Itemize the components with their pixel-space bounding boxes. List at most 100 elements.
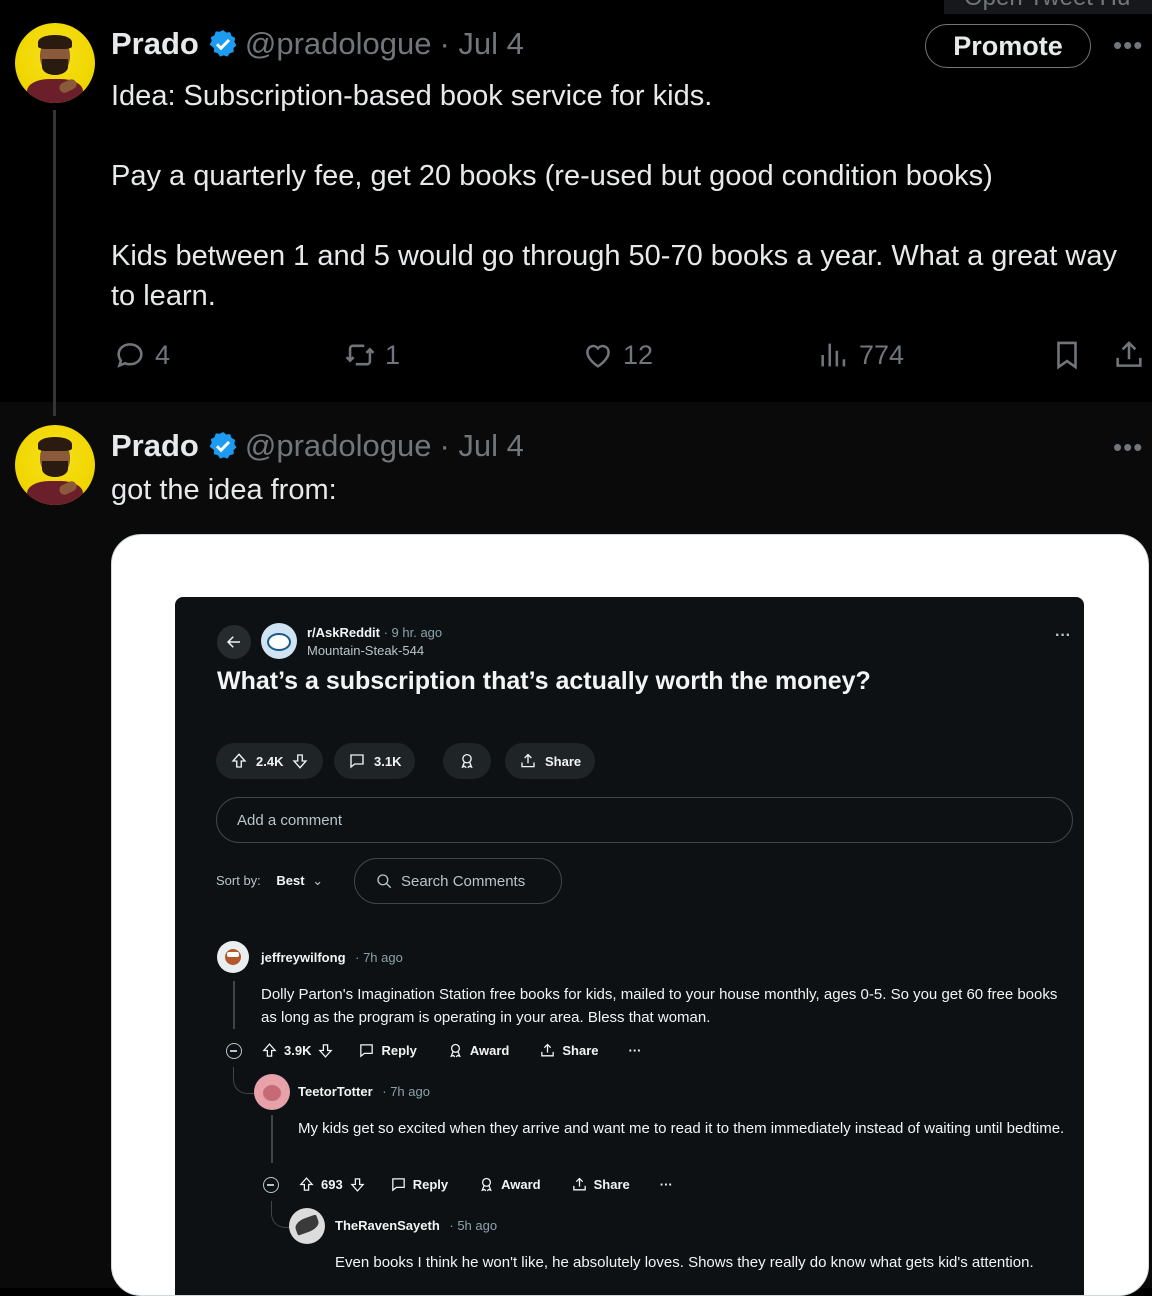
tweet-paragraph: Idea: Subscription-based book service fo… xyxy=(111,80,713,112)
more-options-icon[interactable]: ••• xyxy=(1113,30,1143,61)
reddit-screenshot: r/AskReddit · 9 hr. ago Mountain-Steak-5… xyxy=(175,597,1084,1295)
avatar[interactable] xyxy=(15,23,95,103)
award-icon xyxy=(461,753,473,769)
comment-username: jeffreywilfong xyxy=(261,950,346,965)
comment-icon xyxy=(350,754,364,769)
downvote-icon xyxy=(292,754,308,769)
post-author: Mountain-Steak-544 xyxy=(307,643,425,658)
share-pill: Share xyxy=(505,743,596,779)
avatar[interactable] xyxy=(15,425,95,505)
thread-line xyxy=(271,1115,273,1163)
open-tweet-overlay[interactable]: Open Tweet Hu xyxy=(944,0,1152,14)
tweet-date[interactable]: · Jul 4 xyxy=(439,428,523,464)
more-options-icon: ··· xyxy=(659,1177,673,1192)
comment-time: · 7h ago xyxy=(382,1084,430,1099)
author-name[interactable]: Prado xyxy=(111,428,199,464)
author-name[interactable]: Prado xyxy=(111,26,199,62)
comment-text: Dolly Parton's Imagination Station free … xyxy=(261,986,1058,1026)
comment-text: My kids get so excited when they arrive … xyxy=(298,1120,1065,1137)
subreddit-icon xyxy=(261,623,297,659)
comment-input: Add a comment xyxy=(216,797,1073,843)
award-icon xyxy=(481,1177,492,1192)
comment-icon xyxy=(360,1044,374,1058)
avatar xyxy=(254,1074,290,1110)
tweet-date[interactable]: · Jul 4 xyxy=(439,26,523,62)
view-count: 774 xyxy=(859,339,905,370)
search-icon xyxy=(377,874,392,889)
tweet-author-row: Prado @pradologue · Jul 4 xyxy=(111,26,524,62)
tweet-paragraph: Kids between 1 and 5 would go through 50… xyxy=(111,240,1117,312)
thread-line xyxy=(271,1201,290,1228)
upvote-icon xyxy=(231,753,247,768)
promote-button[interactable]: Promote xyxy=(925,24,1091,68)
subreddit-name: r/AskReddit xyxy=(307,625,380,640)
retweet-button[interactable]: 1 xyxy=(343,338,400,372)
share-label: Share xyxy=(562,1043,599,1058)
reply-count: 4 xyxy=(155,339,171,370)
upvote-icon xyxy=(299,1177,314,1191)
author-handle[interactable]: @pradologue xyxy=(245,26,432,62)
reply-label: Reply xyxy=(412,1177,449,1192)
attached-image[interactable]: r/AskReddit · 9 hr. ago Mountain-Steak-5… xyxy=(111,534,1149,1296)
share-icon xyxy=(1116,341,1142,367)
share-button[interactable] xyxy=(1112,338,1146,372)
comment-author: TheRavenSayeth · 5h ago xyxy=(335,1218,497,1233)
post-meta: r/AskReddit · 9 hr. ago xyxy=(307,625,442,640)
award-label: Award xyxy=(469,1043,510,1058)
thread-connector-line xyxy=(53,400,56,416)
comment-icon xyxy=(391,1178,405,1192)
comment-time: · 7h ago xyxy=(355,950,403,965)
author-handle[interactable]: @pradologue xyxy=(245,428,432,464)
verified-badge-icon xyxy=(209,30,237,57)
views-button[interactable]: 774 xyxy=(817,338,904,372)
share-label: Share xyxy=(593,1177,630,1192)
avatar xyxy=(289,1208,325,1244)
award-pill xyxy=(443,743,491,779)
post-title: What’s a subscription that’s actually wo… xyxy=(217,667,871,695)
analytics-icon xyxy=(821,343,846,367)
award-icon xyxy=(450,1043,461,1058)
comment-username: TheRavenSayeth xyxy=(335,1218,440,1233)
retweet-icon xyxy=(345,344,375,366)
comment-score: 3.9K xyxy=(284,1043,312,1058)
share-icon xyxy=(521,753,535,768)
more-options-icon[interactable]: ••• xyxy=(1113,432,1143,463)
more-options-icon: ··· xyxy=(628,1043,642,1058)
share-label: Share xyxy=(545,753,582,769)
thread-line xyxy=(233,1067,254,1094)
comment-username: TeetorTotter xyxy=(298,1084,373,1099)
comments-pill: 3.1K xyxy=(334,743,416,779)
reply-button[interactable]: 4 xyxy=(113,338,170,372)
comment-time: · 5h ago xyxy=(449,1218,498,1233)
bookmark-button[interactable] xyxy=(1050,338,1084,372)
comment-author: TeetorTotter · 7h ago xyxy=(298,1084,430,1099)
verified-badge-icon xyxy=(209,432,237,459)
post-time: · 9 hr. ago xyxy=(383,625,443,640)
collapse-icon xyxy=(263,1177,279,1193)
vote-pill: 2.4K xyxy=(216,743,324,779)
sort-value: Best xyxy=(276,873,305,888)
tweet-author-row: Prado @pradologue · Jul 4 xyxy=(111,428,524,464)
chevron-down-icon: ⌄ xyxy=(312,873,324,888)
collapse-icon xyxy=(226,1043,242,1059)
sort-dropdown: Sort by: Best ⌄ xyxy=(216,873,323,889)
reply-label: Reply xyxy=(381,1043,417,1058)
more-options-icon: ··· xyxy=(1055,627,1071,644)
sort-label: Sort by: xyxy=(216,873,261,888)
upvote-icon xyxy=(262,1043,277,1057)
comment-actions: 693 Reply Award Share ··· xyxy=(298,1176,673,1193)
comment-score: 693 xyxy=(321,1177,343,1192)
like-button[interactable]: 12 xyxy=(581,338,653,372)
tweet-paragraph: Pay a quarterly fee, get 20 books (re-us… xyxy=(111,160,993,192)
comment-actions: 3.9K Reply Award Share ··· xyxy=(261,1042,642,1059)
share-icon xyxy=(541,1043,555,1057)
bookmark-icon xyxy=(1057,341,1077,370)
retweet-count: 1 xyxy=(385,339,401,370)
thread-line xyxy=(233,981,235,1029)
tweet-body: Idea: Subscription-based book service fo… xyxy=(111,76,1121,316)
tweet-body: got the idea from: xyxy=(111,474,337,506)
search-comments-input: Search Comments xyxy=(354,858,562,904)
share-icon xyxy=(572,1177,586,1191)
reply-icon xyxy=(117,343,143,368)
like-count: 12 xyxy=(623,339,654,370)
